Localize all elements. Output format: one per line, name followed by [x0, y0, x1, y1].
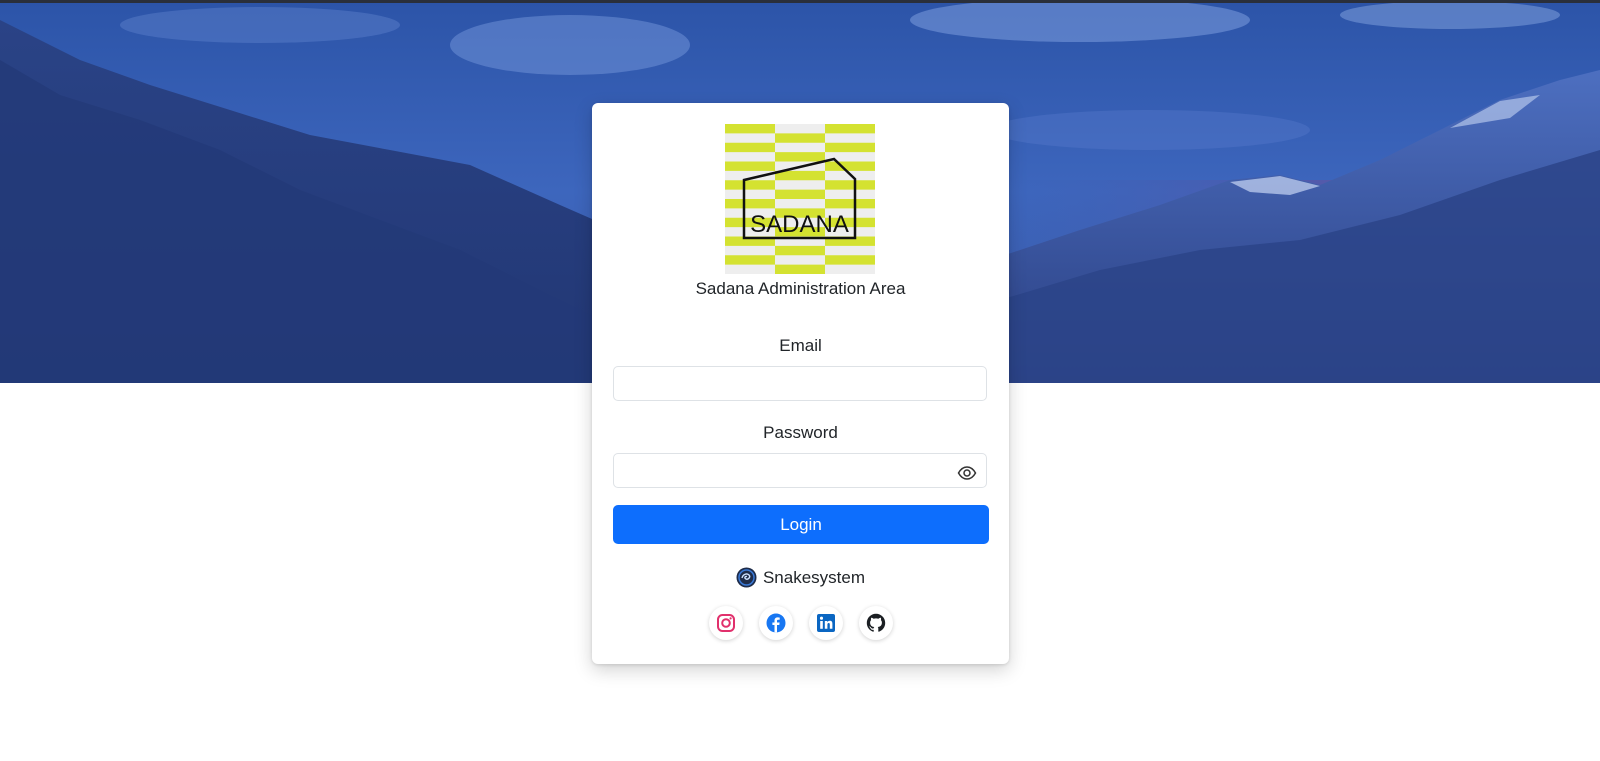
github-icon: [866, 613, 885, 632]
logo-text: SADANA: [750, 211, 849, 238]
logo-pattern-tile: [725, 255, 775, 265]
password-label: Password: [763, 423, 838, 442]
logo-pattern-tile: [825, 199, 875, 209]
facebook-link[interactable]: [758, 606, 793, 640]
linkedin-icon: [816, 614, 835, 632]
logo-pattern-tile: [725, 199, 775, 209]
login-button[interactable]: Login: [613, 505, 989, 544]
logo-pattern-tile: [725, 180, 775, 190]
snakesystem-logo-icon: [736, 567, 757, 588]
logo-pattern-tile: [725, 124, 775, 134]
logo-pattern-tile: [825, 142, 875, 153]
window-top-border: [0, 0, 1600, 3]
logo-pattern-tile: [825, 255, 875, 265]
social-links: [592, 606, 1009, 640]
logo-pattern-tile: [725, 142, 775, 153]
sadana-logo: SADANA: [725, 124, 875, 274]
logo-pattern-tile: [775, 189, 825, 200]
logo-pattern-tile: [825, 161, 875, 171]
logo-pattern-tile: [825, 180, 875, 190]
email-label: Email: [779, 336, 822, 355]
instagram-icon: [716, 614, 735, 632]
page-title: Sadana Administration Area: [695, 279, 906, 298]
password-field[interactable]: [613, 453, 987, 488]
logo-pattern-tile: [825, 124, 875, 134]
logo-pattern-tile: [775, 245, 825, 256]
logo-pattern-tile: [775, 152, 825, 162]
linkedin-link[interactable]: [808, 606, 843, 640]
brand-name: Snakesystem: [762, 568, 866, 587]
logo-pattern-tile: [775, 264, 825, 274]
email-field[interactable]: [613, 366, 987, 401]
brand-link[interactable]: Snakesystem: [592, 567, 1009, 589]
login-card: SADANA Sadana Administration Area Email …: [592, 103, 1009, 664]
facebook-icon: [766, 613, 785, 633]
logo-pattern-tile: [775, 133, 825, 143]
logo-pattern-tile: [725, 161, 775, 171]
eye-icon[interactable]: [957, 463, 977, 483]
github-link[interactable]: [858, 606, 893, 640]
instagram-link[interactable]: [708, 606, 743, 640]
